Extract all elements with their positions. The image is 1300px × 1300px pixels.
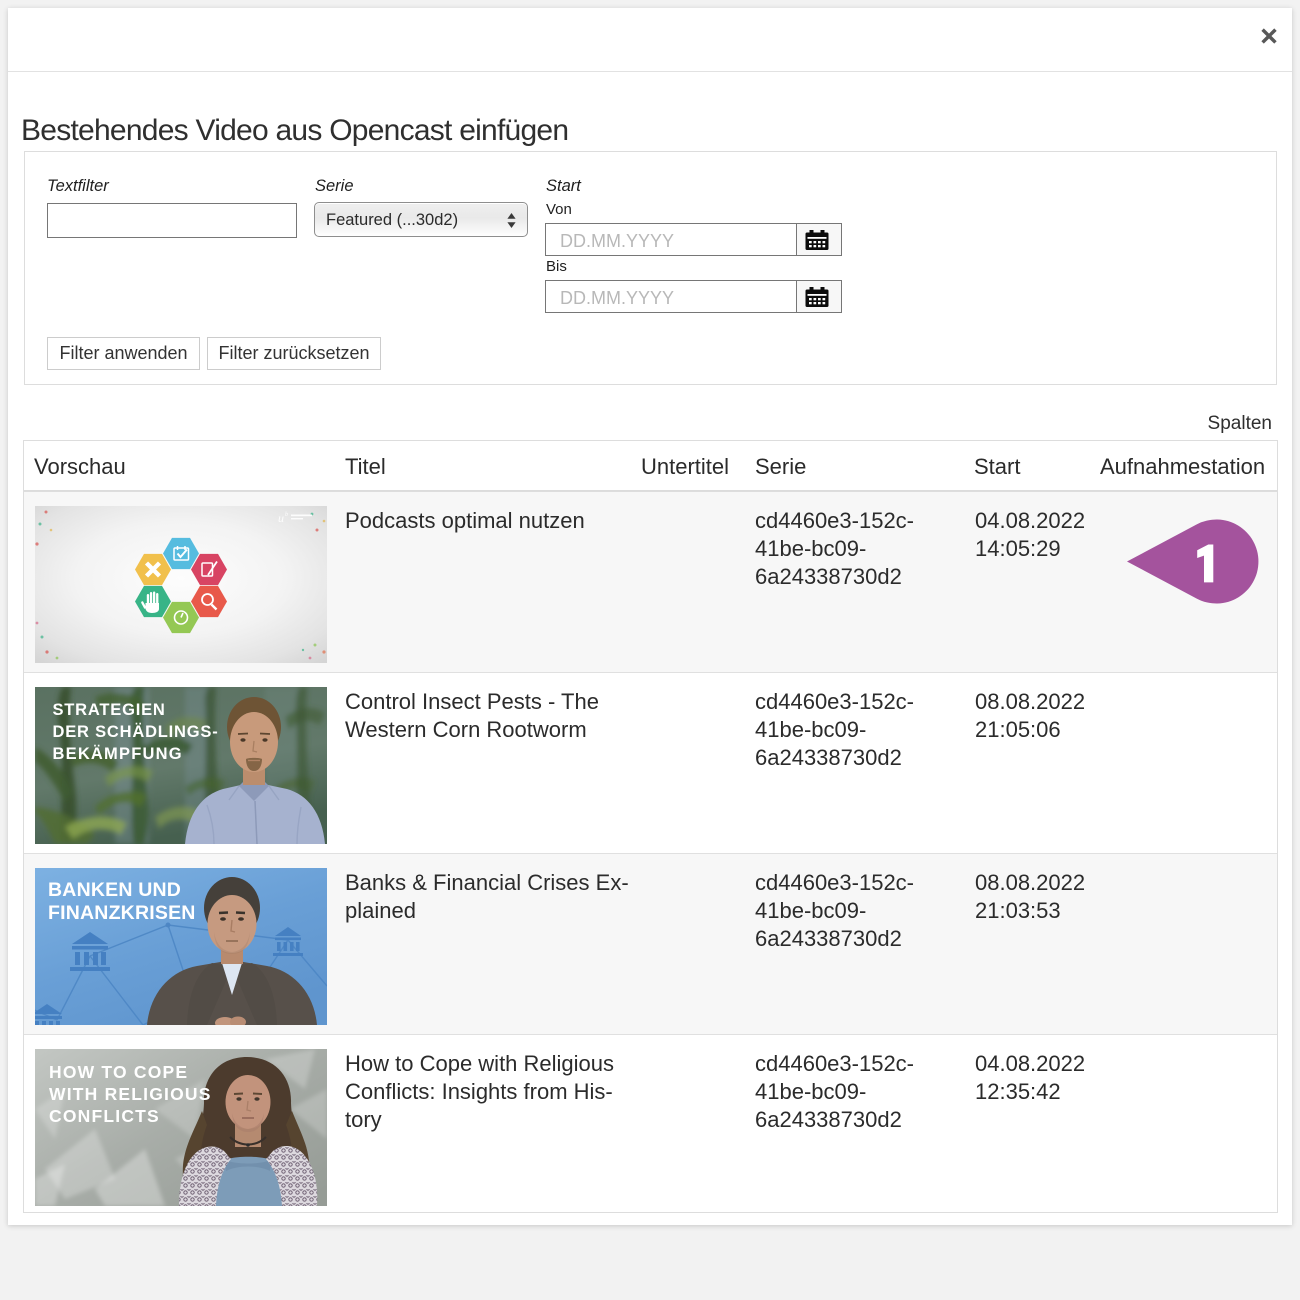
svg-text:DER SCHÄDLINGS-: DER SCHÄDLINGS- — [53, 723, 219, 741]
svg-text:BEKÄMPFUNG: BEKÄMPFUNG — [53, 745, 183, 763]
svg-text:FINANZKRISEN: FINANZKRISEN — [48, 902, 196, 924]
svg-text:CONFLICTS: CONFLICTS — [49, 1106, 160, 1126]
svg-text:STRATEGIEN: STRATEGIEN — [53, 701, 166, 719]
svg-text:b: b — [285, 512, 288, 518]
svg-text:BANKEN UND: BANKEN UND — [48, 879, 181, 901]
svg-text:WITH RELIGIOUS: WITH RELIGIOUS — [49, 1084, 212, 1104]
svg-text:HOW TO COPE: HOW TO COPE — [49, 1062, 188, 1082]
svg-text:u: u — [278, 511, 284, 525]
